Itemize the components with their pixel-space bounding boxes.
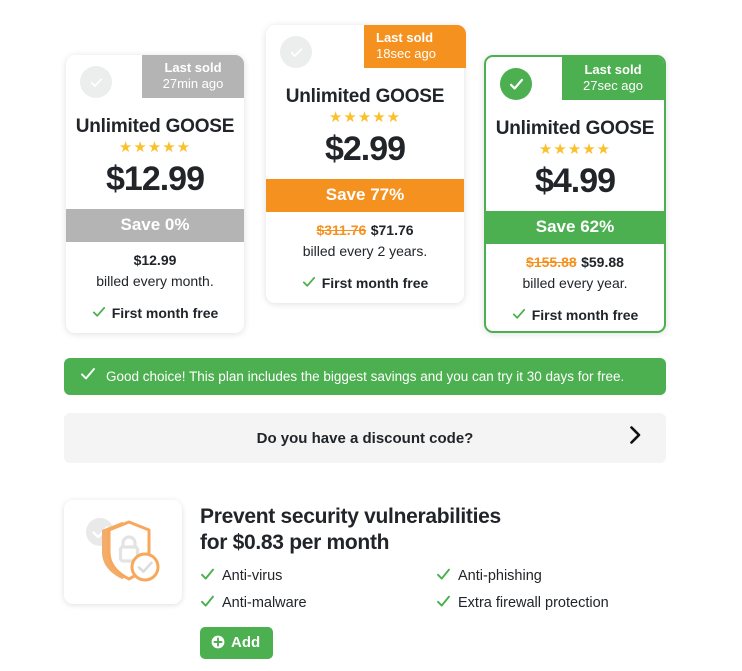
plan-select-circle-icon[interactable] [280, 36, 312, 68]
plan-first-month-free: First month free [486, 307, 664, 323]
feature-label: Anti-phishing [458, 568, 542, 585]
security-upsell-body: Prevent security vulnerabilities for $0.… [200, 500, 674, 660]
discount-code-label: Do you have a discount code? [256, 429, 474, 447]
last-sold-label: Last sold [584, 62, 642, 77]
plan-card-header: Last sold 27min ago [66, 55, 244, 104]
plan-old-total: $155.88 [526, 254, 577, 270]
plan-billing: $311.76 $71.76 billed every 2 years. [266, 212, 464, 259]
plan-card-yearly[interactable]: Last sold 27sec ago Unlimited GOOSE ★★★★… [484, 55, 666, 333]
plan-card-list: Last sold 27min ago Unlimited GOOSE ★★★★… [0, 0, 742, 345]
feature-label: Extra firewall protection [458, 594, 609, 611]
plan-first-month-free: First month free [66, 305, 244, 321]
plan-billing-cycle: billed every year. [522, 275, 628, 291]
plan-first-month-free-label: First month free [321, 275, 429, 291]
plan-billed-total: $12.99 [133, 252, 177, 268]
shield-lock-icon [64, 500, 182, 604]
feature-item: Anti-malware [200, 594, 436, 613]
feature-item: Anti-virus [200, 567, 436, 586]
discount-code-toggle[interactable]: Do you have a discount code? [64, 413, 666, 463]
plan-billing-cycle: billed every month. [96, 273, 214, 289]
plan-save-band: Save 77% [266, 179, 464, 212]
plan-first-month-free: First month free [266, 275, 464, 291]
plan-billing: $155.88 $59.88 billed every year. [486, 244, 664, 291]
last-sold-time: 27min ago [162, 75, 224, 91]
plan-billed-total-row: $155.88 $59.88 [486, 254, 664, 272]
plus-circle-icon [211, 635, 225, 651]
plan-rating-stars: ★★★★★ [118, 139, 192, 156]
plan-card-monthly[interactable]: Last sold 27min ago Unlimited GOOSE ★★★★… [66, 55, 244, 333]
feature-item: Extra firewall protection [436, 594, 674, 613]
security-upsell-title-line2: for $0.83 per month [200, 531, 390, 555]
plan-price: $4.99 [534, 162, 616, 200]
check-icon [200, 594, 215, 613]
plan-name: Unlimited GOOSE [75, 116, 235, 137]
check-icon [200, 567, 215, 586]
security-upsell: Prevent security vulnerabilities for $0.… [64, 500, 674, 660]
plan-save-band: Save 62% [486, 211, 664, 244]
feature-label: Anti-virus [222, 568, 283, 585]
last-sold-badge: Last sold 27sec ago [562, 57, 664, 101]
plan-rating-stars: ★★★★★ [328, 109, 402, 126]
plan-select-circle-icon[interactable] [80, 66, 112, 98]
check-icon [302, 275, 316, 291]
plan-first-month-free-label: First month free [111, 305, 219, 321]
plan-billed-total: $71.76 [370, 222, 414, 238]
plan-billed-total-row: $12.99 [66, 252, 244, 270]
check-icon [512, 307, 526, 323]
plan-name: Unlimited GOOSE [285, 86, 445, 107]
check-icon [92, 305, 106, 321]
plan-save-band: Save 0% [66, 209, 244, 242]
add-security-button[interactable]: Add [200, 627, 274, 660]
check-icon [436, 567, 451, 586]
plan-billing: $12.99 billed every month. [66, 242, 244, 289]
plan-name: Unlimited GOOSE [495, 118, 655, 139]
security-feature-list: Anti-virus Anti-phishing Anti-malware Ex… [200, 567, 674, 612]
last-sold-badge: Last sold 27min ago [142, 55, 244, 99]
plan-billed-total: $59.88 [581, 254, 624, 270]
last-sold-time: 27sec ago [583, 77, 643, 93]
plan-rating-stars: ★★★★★ [538, 141, 612, 158]
check-icon [80, 366, 96, 387]
plan-billed-total-row: $311.76 $71.76 [266, 222, 464, 240]
good-choice-text: Good choice! This plan includes the bigg… [106, 369, 625, 384]
feature-item: Anti-phishing [436, 567, 674, 586]
good-choice-banner: Good choice! This plan includes the bigg… [64, 358, 666, 395]
check-icon [436, 594, 451, 613]
plan-price: $12.99 [106, 160, 205, 198]
last-sold-badge: Last sold 18sec ago [364, 25, 466, 69]
last-sold-label: Last sold [164, 60, 222, 75]
add-security-label: Add [231, 634, 261, 652]
plan-select-circle-icon[interactable] [500, 68, 532, 100]
plan-card-header: Last sold 27sec ago [486, 57, 664, 106]
last-sold-label: Last sold [376, 30, 434, 45]
plan-first-month-free-label: First month free [531, 307, 639, 323]
plan-price: $2.99 [324, 130, 406, 168]
security-upsell-title-line1: Prevent security vulnerabilities [200, 505, 501, 528]
chevron-right-icon[interactable] [629, 426, 642, 451]
plan-old-total: $311.76 [316, 222, 367, 238]
security-upsell-title: Prevent security vulnerabilities for $0.… [200, 504, 674, 556]
plan-billing-cycle: billed every 2 years. [302, 243, 428, 259]
feature-label: Anti-malware [222, 594, 307, 611]
last-sold-time: 18sec ago [376, 45, 436, 61]
